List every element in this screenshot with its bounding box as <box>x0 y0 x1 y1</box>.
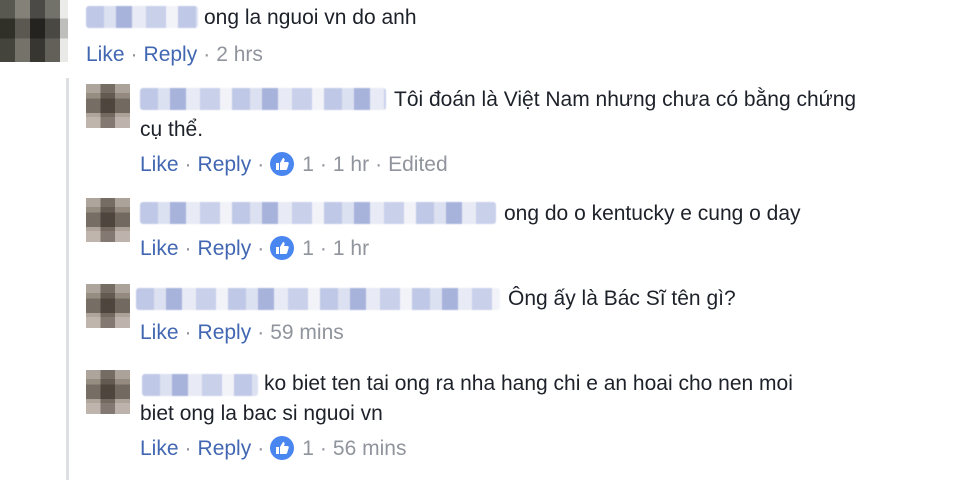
avatar[interactable] <box>0 0 68 62</box>
thumbs-up-icon[interactable] <box>270 236 295 260</box>
timestamp[interactable]: 1 hr <box>333 153 369 176</box>
like-link[interactable]: Like <box>86 43 125 66</box>
comment-text-line-2: biet ong la bac si nguoi vn <box>140 402 383 425</box>
thumbs-up-icon[interactable] <box>270 152 295 176</box>
reply-link[interactable]: Reply <box>198 437 252 460</box>
timestamp[interactable]: 59 mins <box>270 321 344 344</box>
reply-thread-line <box>66 78 69 480</box>
comment-actions: Like · Reply · 1 · 1 hr <box>140 236 370 260</box>
thumbs-up-icon[interactable] <box>270 436 295 460</box>
comment-actions: Like · Reply · 1 · 1 hr · Edited <box>140 152 448 176</box>
like-link[interactable]: Like <box>140 321 179 344</box>
edited-label[interactable]: Edited <box>388 153 448 176</box>
avatar[interactable] <box>86 84 130 128</box>
comment-text: Ông ấy là Bác Sĩ tên gì? <box>508 287 736 310</box>
comment-text: ong la nguoi vn do anh <box>204 6 417 29</box>
author-name-redacted[interactable] <box>140 202 496 224</box>
comment-actions: Like · Reply · 2 hrs <box>86 43 263 66</box>
comment-actions: Like · Reply · 1 · 56 mins <box>140 436 407 460</box>
reaction-count[interactable]: 1 <box>302 237 314 260</box>
comment-text-line-1: ko biet ten tai ong ra nha hang chi e an… <box>264 372 793 395</box>
reply-link[interactable]: Reply <box>198 153 252 176</box>
avatar[interactable] <box>86 284 130 328</box>
reply-link[interactable]: Reply <box>198 237 252 260</box>
timestamp[interactable]: 56 mins <box>333 437 407 460</box>
comment-actions: Like · Reply · 59 mins <box>140 321 344 344</box>
reply-link[interactable]: Reply <box>144 43 198 66</box>
author-name-redacted[interactable] <box>140 88 386 110</box>
reply-link[interactable]: Reply <box>198 321 252 344</box>
comment-text-line-2: cụ thể. <box>140 118 204 141</box>
comment-text: ong do o kentucky e cung o day <box>504 202 801 225</box>
author-name-redacted[interactable] <box>86 6 198 28</box>
avatar[interactable] <box>86 198 130 242</box>
author-name-redacted[interactable] <box>142 374 258 396</box>
author-name-redacted[interactable] <box>136 288 500 310</box>
like-link[interactable]: Like <box>140 237 179 260</box>
timestamp[interactable]: 2 hrs <box>216 43 263 66</box>
reaction-count[interactable]: 1 <box>302 437 314 460</box>
reaction-count[interactable]: 1 <box>302 153 314 176</box>
comment-text-line-1: Tôi đoán là Việt Nam nhưng chưa có bằng … <box>394 88 857 111</box>
like-link[interactable]: Like <box>140 153 179 176</box>
avatar[interactable] <box>86 370 130 414</box>
like-link[interactable]: Like <box>140 437 179 460</box>
timestamp[interactable]: 1 hr <box>333 237 369 260</box>
